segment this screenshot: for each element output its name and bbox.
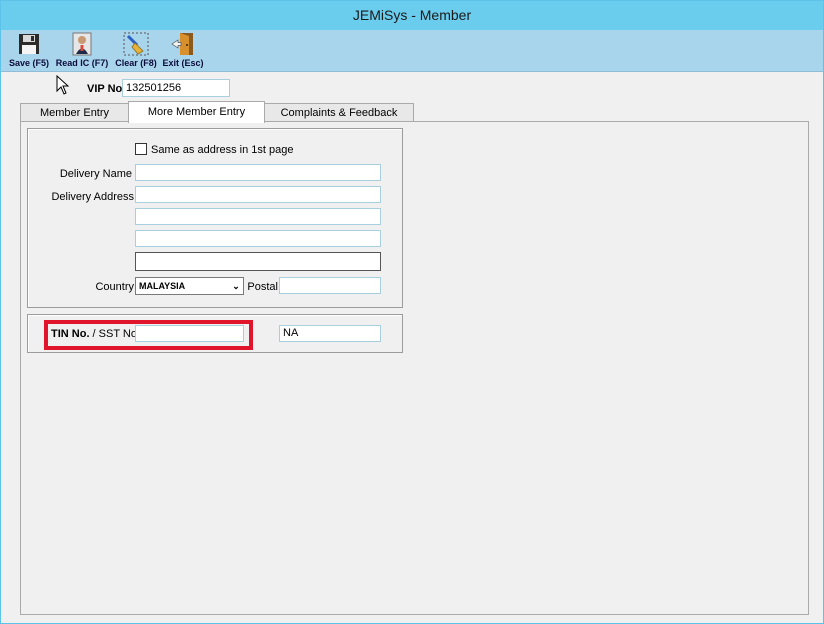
window-title: JEMiSys - Member bbox=[352, 7, 472, 23]
vip-number-input[interactable]: 132501256 bbox=[122, 79, 230, 97]
save-button-label: Save (F5) bbox=[8, 58, 50, 68]
read-ic-button[interactable]: Read IC (F7) bbox=[54, 32, 110, 70]
toolbar: Save (F5) Read IC (F7) Clear (F8) Exit (… bbox=[1, 30, 823, 72]
sst-value-field[interactable]: NA bbox=[279, 325, 381, 342]
tab-more-member-entry[interactable]: More Member Entry bbox=[128, 101, 265, 123]
clear-button-label: Clear (F8) bbox=[115, 58, 157, 68]
country-select[interactable]: MALAYSIA ⌄ bbox=[135, 277, 244, 295]
floppy-disk-icon bbox=[16, 32, 42, 56]
postal-code-field[interactable] bbox=[279, 277, 381, 294]
exit-button-label: Exit (Esc) bbox=[162, 58, 204, 68]
delivery-name-field[interactable] bbox=[135, 164, 381, 181]
chevron-down-icon: ⌄ bbox=[232, 281, 240, 291]
country-label: Country bbox=[95, 281, 134, 293]
delivery-address-label: Delivery Address bbox=[51, 191, 134, 203]
same-address-checkbox[interactable] bbox=[135, 143, 147, 155]
member-window: JEMiSys - Member Save (F5) Read IC (F7) … bbox=[0, 0, 824, 624]
postal-label: Postal bbox=[241, 281, 278, 293]
exit-button[interactable]: Exit (Esc) bbox=[161, 32, 205, 70]
read-ic-button-label: Read IC (F7) bbox=[55, 58, 109, 68]
mouse-cursor-icon bbox=[56, 75, 70, 95]
highlight-annotation-box bbox=[44, 320, 253, 350]
exit-door-icon bbox=[170, 32, 196, 56]
person-card-icon bbox=[69, 32, 95, 56]
same-address-label: Same as address in 1st page bbox=[151, 144, 294, 156]
clear-button[interactable]: Clear (F8) bbox=[113, 32, 159, 70]
country-select-value: MALAYSIA bbox=[139, 281, 186, 291]
postal-label-text: Postal bbox=[247, 281, 278, 293]
delivery-address-line-1[interactable] bbox=[135, 186, 381, 203]
delivery-address-line-4[interactable] bbox=[135, 252, 381, 271]
tab-member-entry[interactable]: Member Entry bbox=[20, 103, 129, 122]
vip-label: VIP No. bbox=[87, 83, 126, 95]
window-title-bar: JEMiSys - Member bbox=[1, 1, 823, 30]
delivery-address-line-2[interactable] bbox=[135, 208, 381, 225]
save-button[interactable]: Save (F5) bbox=[7, 32, 51, 70]
broom-icon bbox=[123, 32, 149, 56]
tab-complaints-feedback[interactable]: Complaints & Feedback bbox=[264, 103, 414, 122]
delivery-name-label: Delivery Name bbox=[59, 168, 132, 180]
delivery-address-line-3[interactable] bbox=[135, 230, 381, 247]
